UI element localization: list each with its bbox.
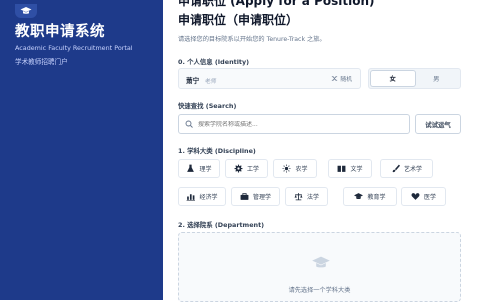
heart-icon xyxy=(411,193,420,200)
identity-label: 0. 个人信息 (Identity) xyxy=(178,58,250,66)
discipline-economics[interactable]: 经济学 xyxy=(178,187,226,206)
discipline-label-text: 艺术学 xyxy=(403,166,422,173)
discipline-art[interactable]: 艺术学 xyxy=(380,159,433,178)
page-title-secondary: 申请职位（申请职位） xyxy=(178,13,299,27)
sun-icon xyxy=(283,164,291,173)
briefcase-icon xyxy=(240,193,249,200)
book-icon xyxy=(338,165,346,172)
discipline-law[interactable]: 法学 xyxy=(285,187,328,206)
graduation-cap-icon xyxy=(354,193,364,200)
gear-icon xyxy=(234,164,243,173)
discipline-label-text: 管理学 xyxy=(252,194,271,201)
lucky-button[interactable]: 试试运气 xyxy=(415,114,461,134)
page-instruction: 请选择您的目标院系以开始您的 Tenure-Track 之旅。 xyxy=(178,36,326,43)
discipline-medicine[interactable]: 医学 xyxy=(401,187,446,206)
search-label: 快速查找 (Search) xyxy=(178,102,237,110)
department-empty-text: 请先选择一个学科大类 xyxy=(288,287,351,294)
identity-field[interactable]: 萧宁 老师 随机 xyxy=(178,68,361,89)
department-label: 2. 选择院系 (Department) xyxy=(178,221,265,229)
discipline-label-text: 医学 xyxy=(423,194,436,201)
gender-female-option[interactable]: 女 xyxy=(371,71,415,86)
app-title: 教职申请系统 xyxy=(15,24,105,40)
brush-icon xyxy=(392,164,400,173)
discipline-management[interactable]: 管理学 xyxy=(231,187,280,206)
graduation-cap-icon xyxy=(312,256,330,268)
scales-icon xyxy=(294,193,303,201)
identity-name: 萧宁 xyxy=(186,77,200,85)
discipline-label-text: 工学 xyxy=(246,166,259,173)
search-input[interactable] xyxy=(198,120,398,128)
identity-role: 老师 xyxy=(205,78,217,85)
main-panel: 申请职位 (Apply for a Position) 申请职位（申请职位） 请… xyxy=(163,0,480,302)
bar-chart-icon xyxy=(187,194,196,201)
discipline-label-text: 法学 xyxy=(306,194,319,201)
app-subtitle-en: Academic Faculty Recruitment Portal xyxy=(15,44,133,52)
search-icon xyxy=(185,120,193,128)
discipline-label-text: 经济学 xyxy=(199,194,218,201)
discipline-label-text: 理学 xyxy=(199,166,212,173)
random-button[interactable]: 随机 xyxy=(331,74,352,83)
discipline-label-text: 农学 xyxy=(295,166,308,173)
discipline-label-text: 文学 xyxy=(350,166,363,173)
gender-male-option[interactable]: 男 xyxy=(415,71,459,86)
page-title: 申请职位 (Apply for a Position) xyxy=(178,0,375,8)
discipline-agriculture[interactable]: 农学 xyxy=(273,159,317,178)
discipline-science[interactable]: 理学 xyxy=(178,159,220,178)
discipline-education[interactable]: 教育学 xyxy=(343,187,397,206)
shuffle-icon xyxy=(332,76,338,81)
sidebar: 教职申请系统 Academic Faculty Recruitment Port… xyxy=(0,0,163,300)
department-dropzone: 请先选择一个学科大类 xyxy=(178,232,461,302)
discipline-label-text: 教育学 xyxy=(367,194,386,201)
gender-toggle[interactable]: 女 男 xyxy=(368,68,461,89)
search-box[interactable] xyxy=(178,114,410,134)
discipline-engineering[interactable]: 工学 xyxy=(225,159,268,178)
graduation-cap-icon xyxy=(15,4,37,18)
app-subtitle-cn: 学术教师招聘门户 xyxy=(15,58,68,66)
discipline-label: 1. 学科大类 (Discipline) xyxy=(178,147,256,155)
random-label: 随机 xyxy=(340,77,352,83)
discipline-literature[interactable]: 文学 xyxy=(328,159,372,178)
flask-icon xyxy=(187,164,195,172)
